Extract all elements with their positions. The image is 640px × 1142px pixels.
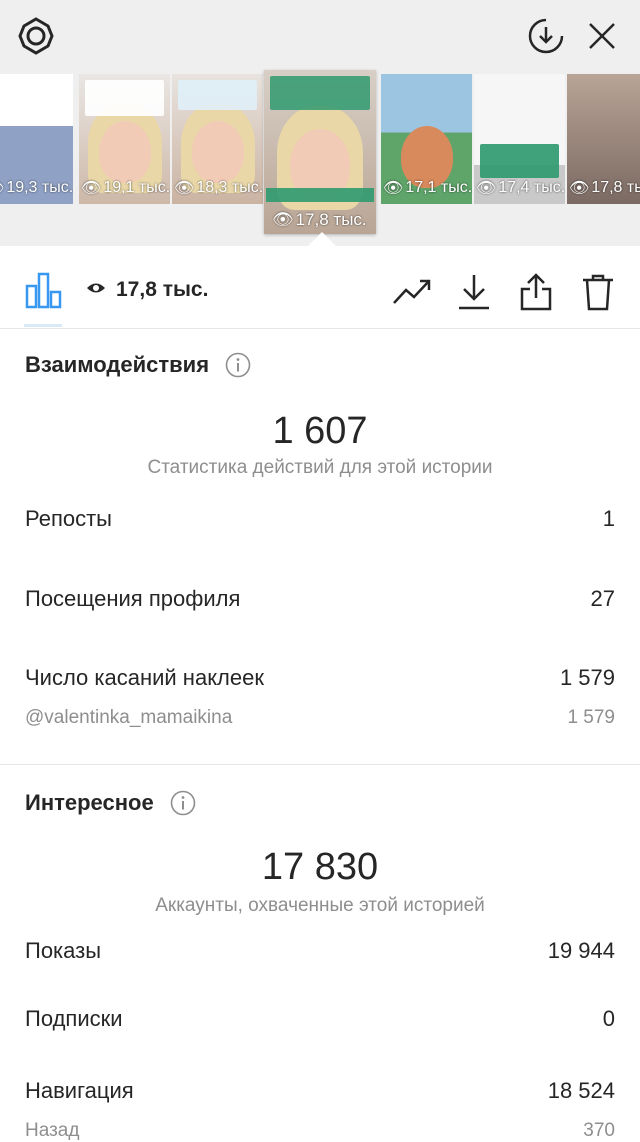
discovery-subtitle: Аккаунты, охваченные этой историей	[155, 895, 485, 916]
story-views: 👁17,8 тыс.	[569, 179, 640, 197]
eye-icon: 👁	[174, 180, 195, 197]
trash-icon[interactable]	[576, 270, 620, 314]
views-value: 17,8 тыс.	[116, 278, 209, 301]
trend-icon[interactable]	[390, 270, 434, 314]
bar-chart-icon[interactable]	[24, 270, 64, 310]
active-tab-indicator	[24, 324, 62, 327]
discovery-section-title: Интересное	[25, 790, 196, 816]
story-thumbnail[interactable]: 👁 18,3 тыс.	[172, 74, 263, 204]
story-thumbnails: 👁19,3 тыс. 👁19,1 тыс. 👁18,3 тыс. 👁17,8 т…	[0, 70, 640, 234]
eye-icon: 👁	[476, 180, 497, 197]
section-divider	[0, 764, 640, 765]
download-circle-icon[interactable]	[524, 14, 568, 58]
selected-pointer	[308, 232, 336, 246]
close-icon[interactable]	[580, 14, 624, 58]
story-thumbnail[interactable]: 👁19,3 тыс.	[0, 74, 73, 204]
story-views: 👁 19,1 тыс.	[81, 179, 170, 197]
info-icon[interactable]	[225, 352, 251, 378]
story-views: 👁19,3 тыс.	[0, 178, 73, 198]
eye-icon: 👁	[383, 180, 404, 197]
info-icon[interactable]	[170, 790, 196, 816]
interactions-section-title: Взаимодействия	[25, 352, 251, 378]
views-count: 17,8 тыс.	[86, 278, 208, 302]
story-handle-tag	[266, 188, 374, 202]
stat-row-impressions: Показы 19 944	[25, 938, 615, 963]
stat-row-reposts: Репосты 1	[25, 506, 615, 531]
story-thumbnail[interactable]: 👁 17,4 тыс.	[474, 74, 565, 204]
eye-icon	[86, 281, 106, 300]
stat-row-back: Назад 370	[25, 1120, 615, 1141]
eye-icon: 👁	[569, 180, 590, 197]
story-thumbnail-selected[interactable]: 👁 17,8 тыс.	[264, 70, 376, 234]
stat-row-follows: Подписки 0	[25, 1006, 615, 1031]
story-thumbnail[interactable]: 👁17,8 тыс.	[567, 74, 640, 204]
story-views: 👁 17,4 тыс.	[476, 179, 565, 197]
share-icon[interactable]	[514, 270, 558, 314]
stats-toolbar: 17,8 тыс.	[0, 256, 640, 329]
eye-icon: 👁	[272, 210, 294, 229]
story-views: 👁17,8 тыс.	[272, 210, 367, 229]
interactions-total: 1 607	[272, 410, 368, 452]
stat-row-sticker-handle: @valentinka_mamaikina 1 579	[25, 707, 615, 728]
download-icon[interactable]	[452, 270, 496, 314]
story-views: 👁 18,3 тыс.	[174, 179, 263, 197]
story-thumbnail[interactable]: 👁 17,1 тыс.	[381, 74, 472, 204]
eye-icon: 👁	[0, 178, 4, 198]
top-bar	[0, 0, 640, 72]
interactions-subtitle: Статистика действий для этой истории	[147, 457, 493, 478]
discovery-total: 17 830	[261, 846, 379, 888]
stat-row-sticker-taps: Число касаний наклеек 1 579	[25, 665, 615, 690]
stat-row-profile-visits: Посещения профиля 27	[25, 586, 615, 611]
story-views: 👁 17,1 тыс.	[383, 179, 472, 197]
story-preview-area: 👁19,3 тыс. 👁19,1 тыс. 👁18,3 тыс. 👁17,8 т…	[0, 0, 640, 256]
story-thumbnail[interactable]: 👁 19,1 тыс.	[79, 74, 170, 204]
gear-icon[interactable]	[14, 14, 58, 58]
stat-row-navigation: Навигация 18 524	[25, 1078, 615, 1103]
eye-icon: 👁	[81, 180, 102, 197]
